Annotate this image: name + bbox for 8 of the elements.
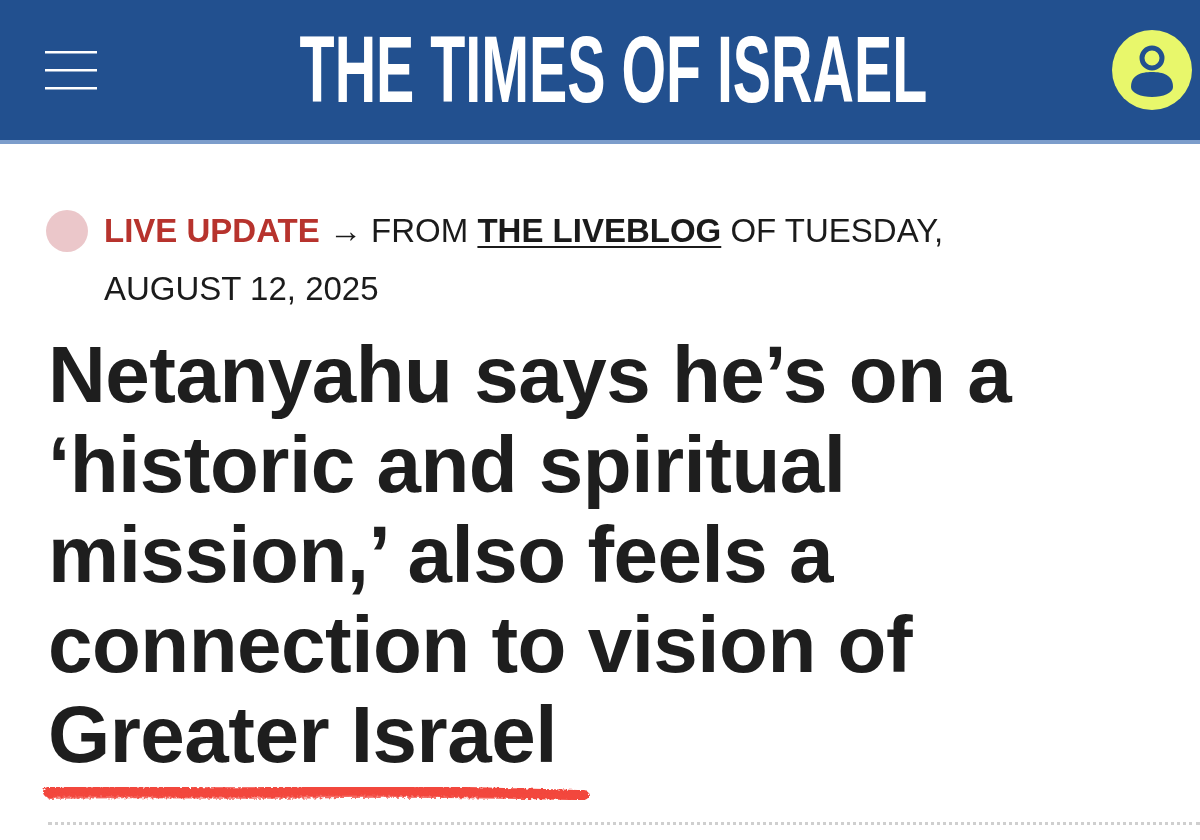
live-dot-icon xyxy=(46,210,88,252)
live-update-label: LIVE UPDATE xyxy=(104,212,320,249)
menu-icon[interactable] xyxy=(45,50,97,90)
user-account-icon[interactable] xyxy=(1112,30,1192,110)
liveblog-link[interactable]: THE LIVEBLOG xyxy=(477,212,722,249)
site-logo-title[interactable]: THE TIMES OF ISRAEL xyxy=(299,23,928,117)
headline: Netanyahu says he’s on a ‘historic and spiritual mission,’ also feels a connection to vision of Greater Israel xyxy=(48,330,1014,780)
dateline-text: LIVE UPDATE → FROM THE LIVEBLOG OF TUESDAY, AUGUST 12, 2025 xyxy=(104,211,945,309)
